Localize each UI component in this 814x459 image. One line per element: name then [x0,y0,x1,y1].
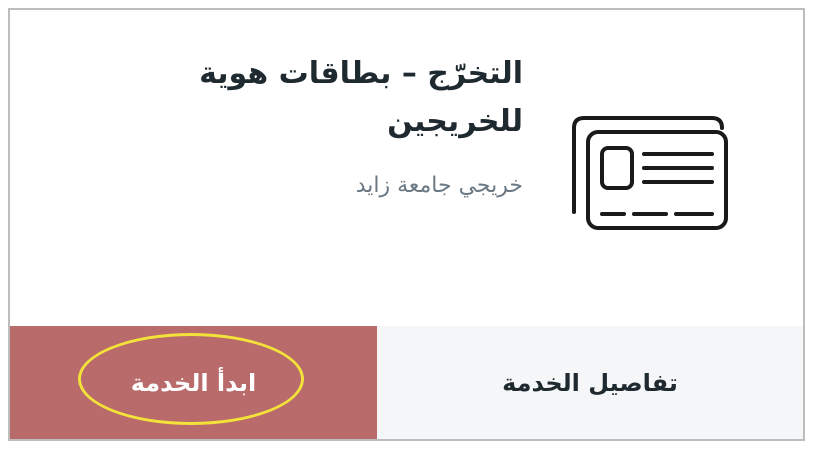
service-details-label: تفاصيل الخدمة [502,368,678,397]
card-actions: ابدأ الخدمة تفاصيل الخدمة [10,326,803,439]
service-details-button[interactable]: تفاصيل الخدمة [377,326,803,439]
service-title: التخرّج – بطاقات هوية للخريجين [199,56,523,139]
service-subtitle: خريجي جامعة زايد [355,173,523,198]
id-cards-icon [572,116,728,230]
service-card: التخرّج – بطاقات هوية للخريجين خريجي جام… [8,8,805,441]
start-service-button[interactable]: ابدأ الخدمة [10,326,377,439]
start-service-label: ابدأ الخدمة [130,368,257,397]
